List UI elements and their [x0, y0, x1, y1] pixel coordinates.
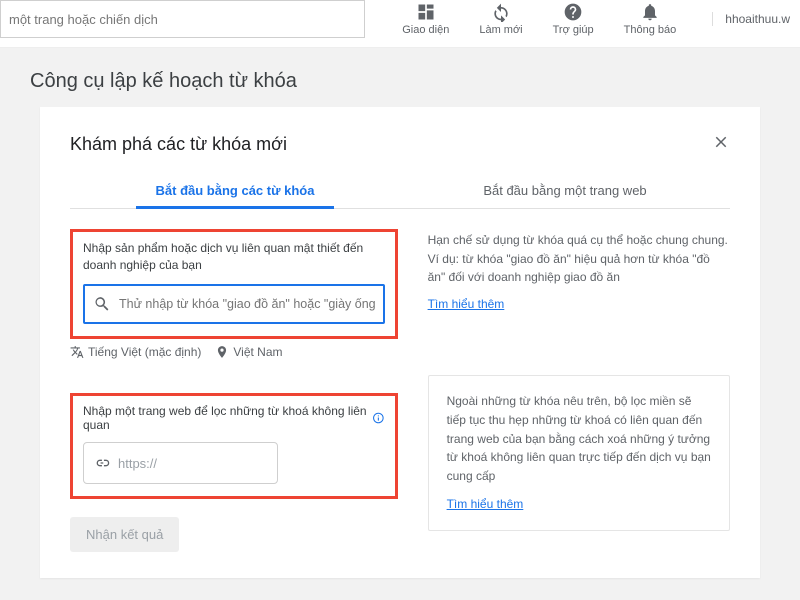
help-icon — [563, 2, 583, 22]
keyword-field-label: Nhập sản phẩm hoặc dịch vụ liên quan mật… — [83, 240, 385, 274]
body-row: Nhập sản phẩm hoặc dịch vụ liên quan mật… — [70, 229, 730, 359]
tabs: Bắt đầu bằng các từ khóa Bắt đầu bằng mộ… — [70, 175, 730, 209]
appearance-label: Giao diện — [402, 24, 449, 36]
language-selector[interactable]: Tiếng Việt (mặc định) — [70, 345, 201, 360]
close-icon — [712, 133, 730, 151]
domain-filter-note: Ngoài những từ khóa nêu trên, bộ lọc miề… — [428, 375, 730, 531]
get-results-label: Nhận kết quả — [86, 527, 163, 542]
notifications-label: Thông báo — [624, 24, 677, 36]
tip-text: Hạn chế sử dụng từ khóa quá cụ thể hoặc … — [428, 231, 730, 287]
tab-website-label: Bắt đầu bằng một trang web — [483, 183, 646, 198]
tab-keywords[interactable]: Bắt đầu bằng các từ khóa — [70, 175, 400, 208]
lower-left: Nhập một trang web để lọc những từ khoá … — [70, 365, 398, 552]
keyword-input-wrap[interactable] — [83, 284, 385, 324]
url-filter-label-text: Nhập một trang web để lọc những từ khoá … — [83, 404, 368, 432]
appearance-button[interactable]: Giao diện — [402, 2, 449, 36]
translate-icon — [70, 345, 84, 359]
refresh-icon — [491, 2, 511, 22]
language-label: Tiếng Việt (mặc định) — [88, 345, 201, 359]
refresh-button[interactable]: Làm mới — [479, 2, 522, 36]
link-icon — [94, 455, 110, 471]
url-placeholder: https:// — [118, 456, 157, 471]
note-learn-more-link[interactable]: Tìm hiểu thêm — [447, 495, 524, 514]
planner-card: Khám phá các từ khóa mới Bắt đầu bằng cá… — [40, 107, 760, 578]
tab-keywords-label: Bắt đầu bằng các từ khóa — [156, 183, 315, 198]
location-icon — [215, 345, 229, 359]
global-search-placeholder: một trang hoặc chiến dịch — [9, 12, 158, 27]
domain-filter-note-text: Ngoài những từ khóa nêu trên, bộ lọc miề… — [447, 392, 711, 485]
get-results-button[interactable]: Nhận kết quả — [70, 517, 179, 552]
learn-more-link[interactable]: Tìm hiểu thêm — [428, 295, 505, 314]
card-title: Khám phá các từ khóa mới — [70, 134, 712, 155]
lower-row: Nhập một trang web để lọc những từ khoá … — [70, 365, 730, 552]
account-menu[interactable]: hhoaithuu.w — [712, 12, 790, 26]
col-left: Nhập sản phẩm hoặc dịch vụ liên quan mật… — [70, 229, 398, 359]
top-icon-row: Giao diện Làm mới Trợ giúp Thông báo hho… — [402, 0, 800, 36]
url-filter-label: Nhập một trang web để lọc những từ khoá … — [83, 404, 385, 432]
tab-website[interactable]: Bắt đầu bằng một trang web — [400, 175, 730, 208]
card-header: Khám phá các từ khóa mới — [70, 131, 730, 157]
account-label: hhoaithuu.w — [725, 12, 790, 26]
refresh-label: Làm mới — [479, 24, 522, 36]
info-icon[interactable] — [372, 411, 385, 425]
locale-row: Tiếng Việt (mặc định) Việt Nam — [70, 345, 398, 360]
bell-icon — [640, 2, 660, 22]
help-label: Trợ giúp — [553, 24, 594, 36]
search-icon — [93, 295, 111, 313]
global-search-input[interactable]: một trang hoặc chiến dịch — [0, 0, 365, 38]
page-title: Công cụ lập kế hoạch từ khóa — [30, 70, 770, 93]
page-title-wrap: Công cụ lập kế hoạch từ khóa — [0, 48, 800, 107]
top-bar: một trang hoặc chiến dịch Giao diện Làm … — [0, 0, 800, 48]
location-selector[interactable]: Việt Nam — [215, 345, 282, 360]
url-input[interactable]: https:// — [83, 442, 278, 484]
tip-panel: Hạn chế sử dụng từ khóa quá cụ thể hoặc … — [428, 229, 730, 359]
notifications-button[interactable]: Thông báo — [624, 2, 677, 36]
keyword-entry-highlight: Nhập sản phẩm hoặc dịch vụ liên quan mật… — [70, 229, 398, 339]
keyword-input[interactable] — [119, 297, 375, 311]
help-button[interactable]: Trợ giúp — [553, 2, 594, 36]
location-label: Việt Nam — [233, 345, 282, 359]
lower-right: Ngoài những từ khóa nêu trên, bộ lọc miề… — [428, 365, 730, 531]
url-filter-highlight: Nhập một trang web để lọc những từ khoá … — [70, 393, 398, 499]
close-button[interactable] — [712, 131, 730, 157]
appearance-icon — [416, 2, 436, 22]
